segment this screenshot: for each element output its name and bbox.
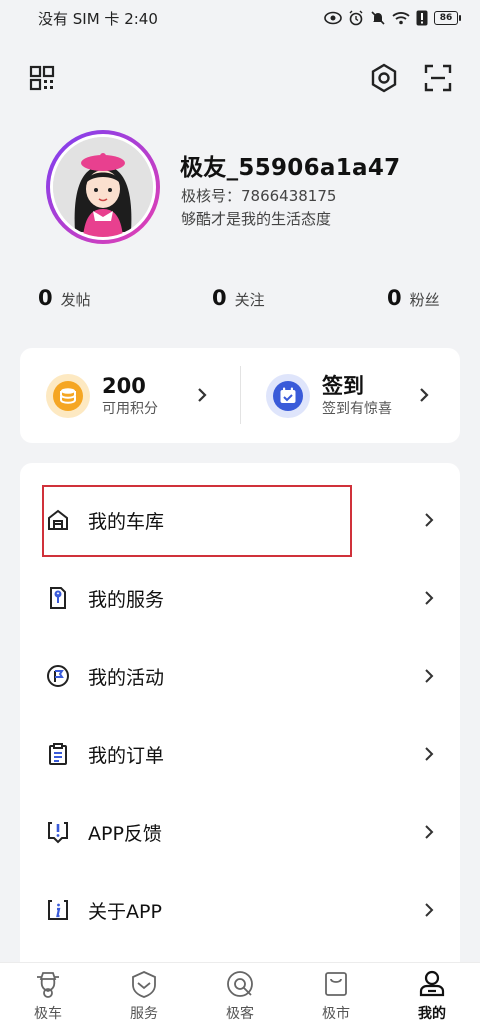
feedback-icon <box>46 820 70 844</box>
points-coin-icon <box>46 373 90 418</box>
menu-item-feedback[interactable]: APP反馈 <box>20 793 460 871</box>
menu-item-label: APP反馈 <box>88 822 162 845</box>
scooter-icon <box>33 969 63 999</box>
menu-item-label: 关于APP <box>88 900 162 923</box>
checkin-calendar-icon <box>266 373 310 418</box>
tab-service[interactable]: 服务 <box>96 969 192 1027</box>
settings-hex-icon[interactable] <box>368 62 400 94</box>
alarm-icon <box>349 10 363 26</box>
user-signature: 够酷才是我的生活态度 <box>181 210 332 228</box>
points-chevron-icon <box>198 388 207 402</box>
stat-following-label: 关注 <box>234 291 265 309</box>
menu-item-label: 我的活动 <box>88 666 165 689</box>
tab-label: 极市 <box>322 1006 350 1022</box>
menu-card: 我的车库 我的服务 我的活动 我的订单 APP反馈 关于APP <box>20 463 460 993</box>
chevron-right-icon <box>425 747 434 761</box>
stat-posts[interactable]: 0 发帖 <box>38 286 91 310</box>
tab-label: 极车 <box>34 1006 62 1022</box>
garage-icon <box>46 508 70 532</box>
tab-label: 极客 <box>226 1006 254 1022</box>
points-label: 可用积分 <box>102 400 158 417</box>
menu-item-about[interactable]: 关于APP <box>20 871 460 949</box>
tab-market[interactable]: 极市 <box>288 969 384 1027</box>
menu-item-activity[interactable]: 我的活动 <box>20 637 460 715</box>
stats-row: 0 发帖 0 关注 0 粉丝 <box>0 286 480 316</box>
menu-item-label: 我的服务 <box>88 588 165 611</box>
tab-label: 我的 <box>418 1006 446 1022</box>
battery-icon: 86 <box>434 11 461 25</box>
shopping-bag-icon <box>321 969 351 999</box>
avatar[interactable] <box>46 130 160 244</box>
stat-followers-label: 粉丝 <box>409 291 440 309</box>
stat-posts-count: 0 <box>38 286 53 310</box>
geek-icon <box>225 969 255 999</box>
points-checkin-card: 200 可用积分 签到 签到有惊喜 <box>20 348 460 443</box>
profile-header[interactable]: 极友_55906a1a47 极核号：7866438175 够酷才是我的生活态度 <box>46 130 446 246</box>
card-divider <box>240 366 241 424</box>
order-clipboard-icon <box>46 742 70 766</box>
stat-following-count: 0 <box>212 286 227 310</box>
status-bar: 没有 SIM 卡 2:40 86 <box>0 0 480 36</box>
tab-jiche[interactable]: 极车 <box>0 969 96 1027</box>
menu-item-service[interactable]: 我的服务 <box>20 559 460 637</box>
tab-mine[interactable]: 我的 <box>384 969 480 1027</box>
top-bar <box>0 56 480 100</box>
info-icon <box>46 898 70 922</box>
user-id: 极核号：7866438175 <box>181 187 337 205</box>
username: 极友_55906a1a47 <box>180 155 401 181</box>
qr-code-icon[interactable] <box>26 62 58 94</box>
menu-item-label: 我的车库 <box>88 510 165 533</box>
bottom-tab-bar: 极车 服务 极客 极市 我的 <box>0 962 480 1027</box>
points-value: 200 <box>102 373 146 398</box>
menu-item-garage[interactable]: 我的车库 <box>20 481 460 559</box>
status-icons: 86 <box>324 10 461 26</box>
tab-label: 服务 <box>130 1006 158 1022</box>
chevron-right-icon <box>425 903 434 917</box>
stat-following[interactable]: 0 关注 <box>212 286 265 310</box>
mute-bell-icon <box>371 11 385 25</box>
chevron-right-icon <box>425 591 434 605</box>
sim-alert-icon <box>416 10 428 26</box>
stat-followers-count: 0 <box>387 286 402 310</box>
eye-icon <box>324 11 342 25</box>
battery-level: 86 <box>439 13 453 23</box>
tab-geek[interactable]: 极客 <box>192 969 288 1027</box>
menu-item-orders[interactable]: 我的订单 <box>20 715 460 793</box>
chevron-right-icon <box>425 669 434 683</box>
menu-item-label: 我的订单 <box>88 744 165 767</box>
wifi-icon <box>392 12 410 25</box>
service-shield-icon <box>129 969 159 999</box>
scan-icon[interactable] <box>422 62 454 94</box>
stat-followers[interactable]: 0 粉丝 <box>387 286 440 310</box>
chevron-right-icon <box>425 513 434 527</box>
service-icon <box>46 586 70 610</box>
avatar-image <box>53 137 153 237</box>
checkin-title: 签到 <box>322 373 364 398</box>
chevron-right-icon <box>425 825 434 839</box>
stat-posts-label: 发帖 <box>60 291 91 309</box>
checkin-chevron-icon <box>420 388 429 402</box>
carrier-time: 没有 SIM 卡 2:40 <box>38 9 158 28</box>
checkin-subtitle: 签到有惊喜 <box>322 400 392 417</box>
activity-flag-icon <box>46 664 70 688</box>
profile-icon <box>417 969 447 999</box>
